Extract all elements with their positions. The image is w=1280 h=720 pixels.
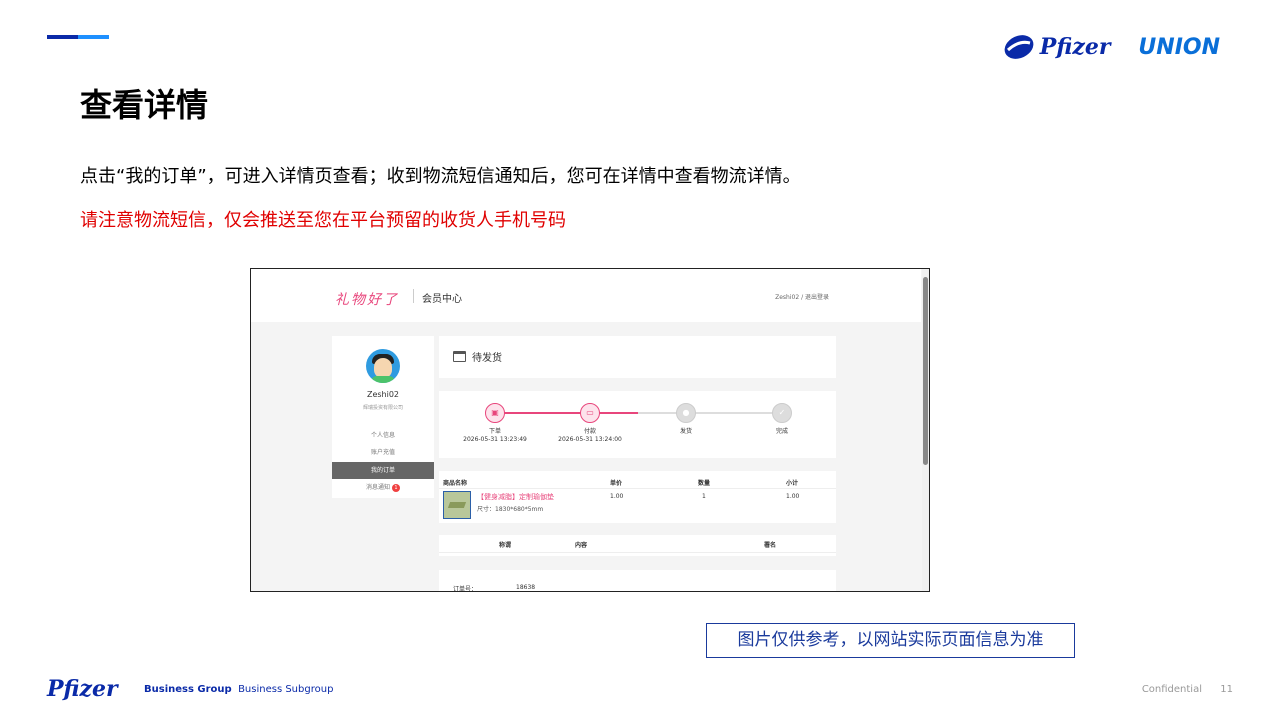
notification-badge: 1 — [392, 483, 400, 492]
header-divider — [413, 289, 414, 303]
column-header-subtotal: 小计 — [786, 480, 799, 487]
sidebar-item-messages[interactable]: 消息通知 1 — [332, 479, 434, 496]
product-size: 尺寸：1830*680*5mm — [477, 506, 544, 513]
product-thumbnail[interactable] — [443, 491, 471, 519]
message-table-row — [439, 552, 836, 556]
sidebar-item-recharge[interactable]: 账户充值 — [332, 444, 434, 461]
step-label-payment: 付款 — [583, 428, 596, 435]
column-header-quantity: 数量 — [698, 480, 711, 487]
column-header-price: 单价 — [610, 480, 623, 487]
order-items-table: 商品名称 单价 数量 小计 【健身减脂】定制瑜伽垫 尺寸：1830*680*5m… — [439, 471, 836, 523]
product-quantity: 1 — [702, 493, 706, 500]
message-table: 称谓 内容 署名 — [439, 535, 836, 552]
column-header-title: 称谓 — [499, 542, 512, 549]
progress-line-pending — [638, 412, 780, 414]
step-time-order: 2026-05-31 13:23:49 — [463, 436, 527, 443]
title-accent-bar — [47, 35, 109, 39]
avatar-face — [374, 358, 392, 378]
step-shipping-icon: ● — [676, 403, 696, 423]
yoga-mat-image — [447, 502, 467, 508]
member-center-title: 会员中心 — [422, 294, 462, 305]
page-title: 查看详情 — [80, 86, 209, 124]
pfizer-pill-icon — [1004, 35, 1034, 59]
user-company: 辉瑞投资有限公司 — [362, 405, 403, 411]
user-links[interactable]: Zeshi02 / 退出登录 — [775, 292, 829, 301]
avatar-shirt — [371, 376, 395, 383]
step-label-order: 下单 — [488, 428, 501, 435]
disclaimer-box: 图片仅供参考，以网站实际页面信息为准 — [706, 623, 1075, 658]
order-status-panel: 待发货 — [439, 336, 836, 378]
union-logo: UNION — [1138, 35, 1220, 60]
order-info-panel: 订单号： 18638 — [439, 570, 836, 592]
order-number-label: 订单号： — [453, 586, 478, 592]
product-name-link[interactable]: 【健身减脂】定制瑜伽垫 — [477, 492, 554, 502]
table-divider — [439, 488, 836, 489]
member-sidebar: Zeshi02 辉瑞投资有限公司 个人信息 账户充值 我的订单 消息通知 1 — [332, 336, 434, 498]
confidential-label: Confidential — [1141, 684, 1202, 695]
step-order-icon: ▣ — [485, 403, 505, 423]
progress-line-done — [495, 412, 590, 414]
pfizer-logo: Pfizer — [1002, 30, 1111, 64]
order-number-value: 18638 — [516, 584, 536, 591]
step-label-complete: 完成 — [775, 428, 788, 435]
column-header-product: 商品名称 — [443, 480, 468, 487]
product-subtotal: 1.00 — [786, 493, 800, 500]
column-header-signature: 署名 — [764, 542, 777, 549]
pfizer-logo-text: Pfizer — [1039, 34, 1111, 60]
website-screenshot: 礼物好了 会员中心 Zeshi02 / 退出登录 Zeshi02 辉瑞投资有限公… — [250, 268, 930, 592]
site-brand-logo[interactable]: 礼物好了 — [335, 289, 399, 309]
warning-note: 请注意物流短信，仅会推送至您在平台预留的收货人手机号码 — [80, 210, 566, 231]
description-text: 点击“我的订单”，可进入详情页查看；收到物流短信通知后，您可在详情中查看物流详情… — [80, 166, 801, 187]
accent-bar-dark — [47, 35, 78, 39]
step-complete-icon: ✓ — [772, 403, 792, 423]
card-icon — [453, 351, 466, 362]
union-logo-text: UNION — [1138, 34, 1220, 60]
sidebar-item-my-orders[interactable]: 我的订单 — [332, 462, 434, 479]
column-header-content: 内容 — [575, 542, 588, 549]
scrollbar[interactable] — [922, 269, 929, 591]
step-label-shipping: 发货 — [679, 428, 692, 435]
order-status: 待发货 — [472, 353, 502, 364]
sidebar-item-profile[interactable]: 个人信息 — [332, 427, 434, 444]
step-time-payment: 2026-05-31 13:24:00 — [558, 436, 622, 443]
footer-business-group: Business Group Business Subgroup — [144, 684, 333, 695]
scrollbar-thumb[interactable] — [923, 277, 928, 465]
username: Zeshi02 — [366, 390, 400, 399]
accent-bar-light — [78, 35, 109, 39]
sidebar-item-label: 消息通知 — [365, 484, 390, 491]
step-payment-icon: ▭ — [580, 403, 600, 423]
footer-pfizer-logo: Pfizer — [47, 676, 118, 702]
order-progress-panel: ▣ ▭ ● ✓ 下单 付款 发货 完成 2026-05-31 13:23:49 … — [439, 391, 836, 458]
business-group: Business Group — [144, 684, 232, 695]
site-header: 礼物好了 会员中心 Zeshi02 / 退出登录 — [251, 269, 921, 322]
business-subgroup: Business Subgroup — [238, 684, 334, 695]
product-price: 1.00 — [610, 493, 624, 500]
header-logos: Pfizer UNION — [1002, 30, 1220, 64]
avatar — [366, 349, 400, 383]
page-number: 11 — [1220, 684, 1233, 695]
